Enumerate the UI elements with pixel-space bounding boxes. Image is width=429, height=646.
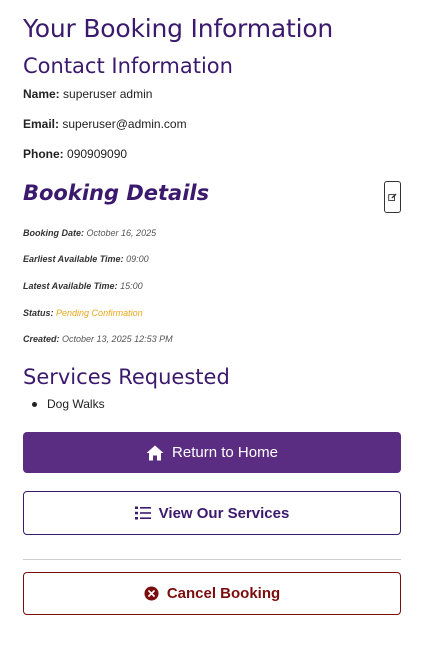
booking-page: Your Booking Information Contact Informa… (0, 0, 429, 646)
list-icon (134, 506, 151, 520)
view-services-label: View Our Services (158, 504, 290, 522)
services-list: Dog Walks (23, 397, 105, 411)
status-badge: Pending Confirmation (56, 308, 143, 318)
email-label: Email: (23, 117, 60, 131)
status-label: Status: (23, 308, 54, 318)
booking-date-label: Booking Date: (23, 228, 85, 238)
contact-name: Name: superuser admin (23, 87, 152, 101)
phone-value: 090909090 (67, 147, 128, 161)
booking-status: Status: Pending Confirmation (23, 308, 143, 318)
name-label: Name: (23, 87, 60, 101)
latest-time-label: Latest Available Time: (23, 281, 118, 291)
created-value: October 13, 2025 12:53 PM (62, 334, 173, 344)
phone-label: Phone: (23, 147, 64, 161)
return-home-label: Return to Home (172, 444, 278, 461)
circle-x-icon (144, 586, 159, 601)
latest-time-value: 15:00 (120, 281, 143, 291)
name-value: superuser admin (63, 87, 153, 101)
edit-icon (388, 193, 397, 202)
page-title: Your Booking Information (23, 14, 334, 43)
earliest-time: Earliest Available Time: 09:00 (23, 254, 149, 264)
contact-email: Email: superuser@admin.com (23, 117, 187, 131)
divider (23, 559, 401, 560)
latest-time: Latest Available Time: 15:00 (23, 281, 143, 291)
contact-section-title: Contact Information (23, 54, 233, 78)
earliest-time-value: 09:00 (126, 254, 149, 264)
booking-date: Booking Date: October 16, 2025 (23, 228, 156, 238)
cancel-booking-button[interactable]: Cancel Booking (23, 572, 401, 615)
home-icon (146, 445, 164, 461)
booking-date-value: October 16, 2025 (86, 228, 157, 238)
list-item: Dog Walks (23, 397, 105, 411)
view-services-button[interactable]: View Our Services (23, 491, 401, 535)
edit-booking-button[interactable] (384, 181, 401, 213)
cancel-booking-label: Cancel Booking (166, 585, 281, 602)
created-label: Created: (23, 334, 60, 344)
earliest-time-label: Earliest Available Time: (23, 254, 124, 264)
return-home-button[interactable]: Return to Home (23, 432, 401, 473)
services-section-title: Services Requested (23, 365, 230, 389)
created-time: Created: October 13, 2025 12:53 PM (23, 334, 173, 344)
contact-phone: Phone: 090909090 (23, 147, 127, 161)
email-value: superuser@admin.com (62, 117, 187, 131)
booking-details-title: Booking Details (23, 181, 210, 205)
